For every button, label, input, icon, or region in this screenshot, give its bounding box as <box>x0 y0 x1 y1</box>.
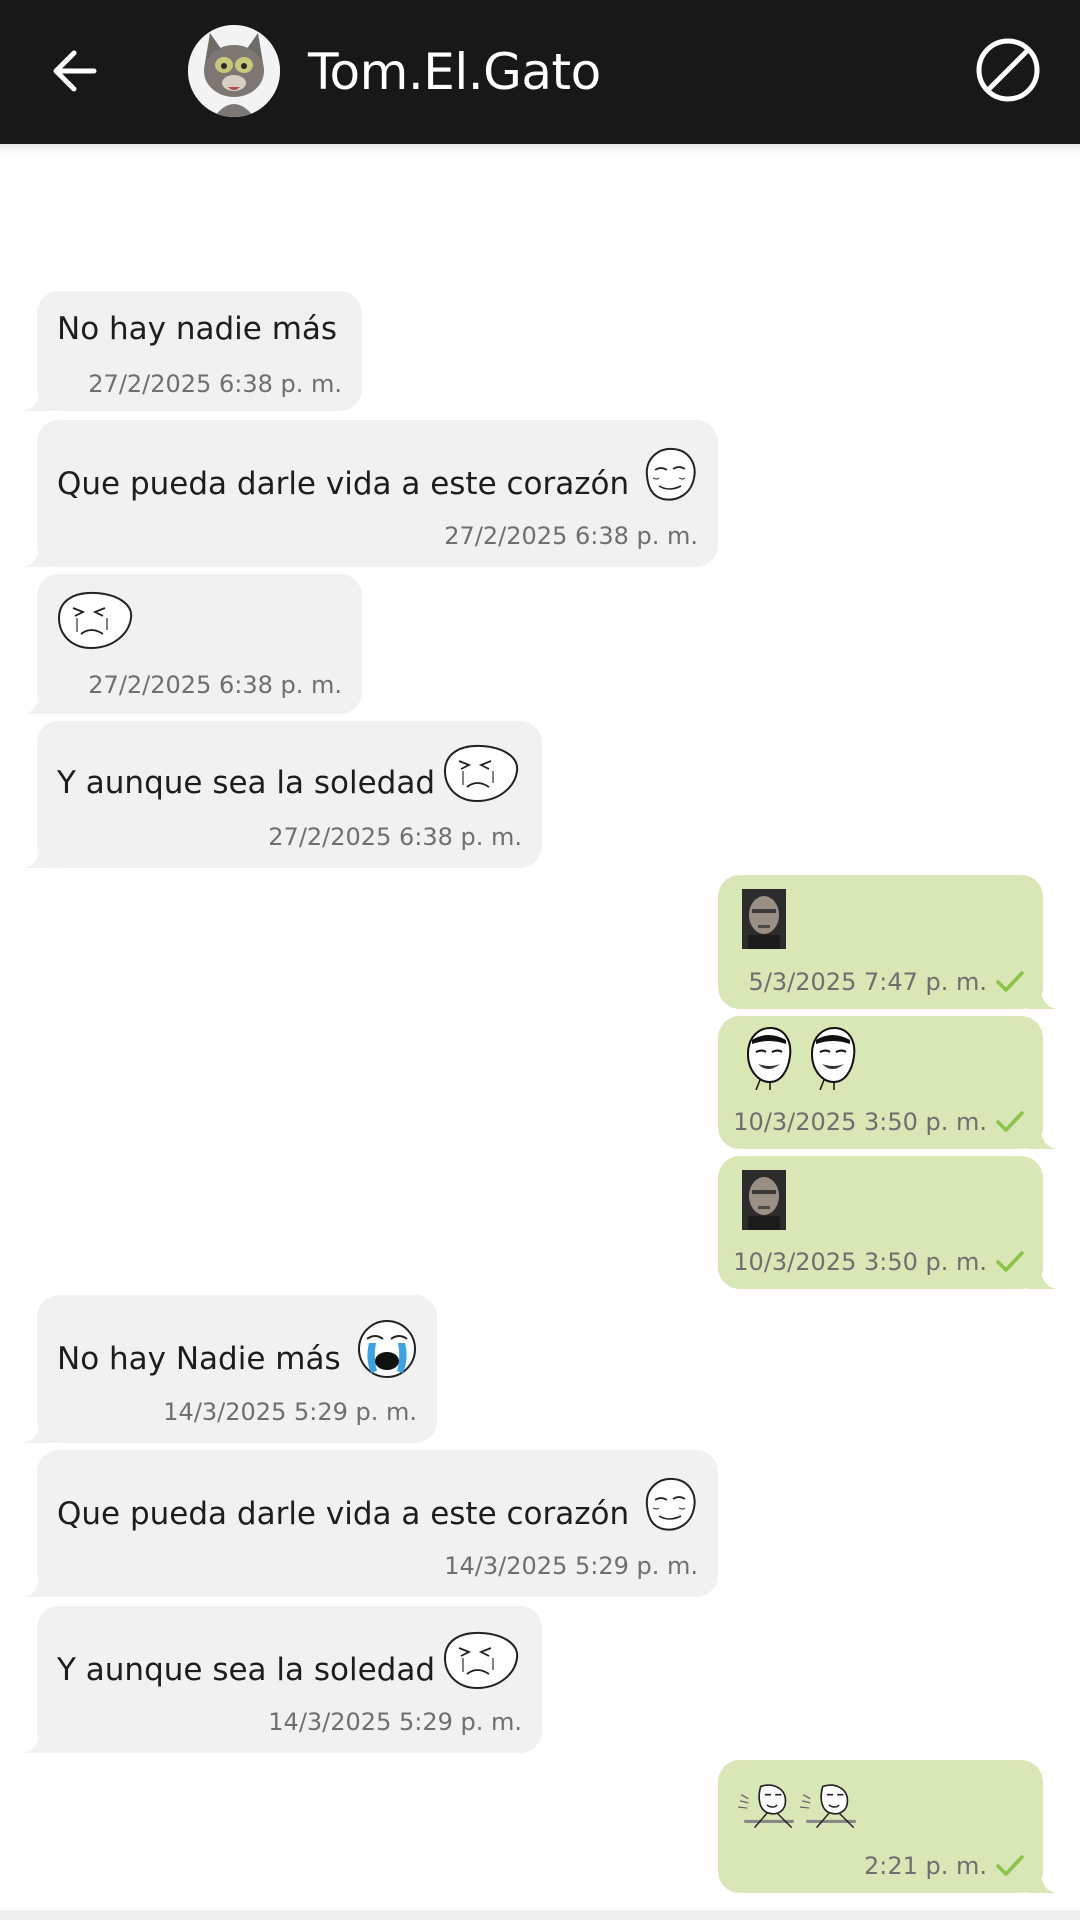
header-shadow <box>0 144 1080 154</box>
bubble-tail <box>23 850 53 868</box>
message-bubble-incoming[interactable]: No hay Nadie más 14/3/2025 5:29 p. m. <box>23 1295 437 1443</box>
message-bubble-incoming[interactable]: Que pueda darle vida a este corazón 27/2… <box>23 420 718 567</box>
crying-face-sticker-icon <box>355 1317 419 1381</box>
message-timestamp: 14/3/2025 5:29 p. m. <box>268 1708 522 1736</box>
message-text: Y aunque sea la soledad <box>57 765 436 801</box>
block-icon[interactable] <box>972 34 1044 106</box>
message-timestamp: 2:21 p. m. <box>863 1852 987 1880</box>
message-text: No hay Nadie más <box>57 1341 341 1377</box>
message-timestamp: 5/3/2025 7:47 p. m. <box>748 968 987 996</box>
forever-alone-sticker-icon <box>637 442 701 506</box>
bubble-tail <box>23 1735 53 1753</box>
yao-ming-sticker-icon <box>740 1026 796 1090</box>
bubble-tail <box>23 393 53 411</box>
message-bubble-outgoing[interactable]: 2:21 p. m. <box>718 1760 1057 1893</box>
sad-face-sticker-icon <box>55 588 135 652</box>
bubble-tail <box>1027 1271 1057 1289</box>
bubble-tail <box>1027 991 1057 1009</box>
message-bubble-incoming[interactable]: Que pueda darle vida a este corazón 14/3… <box>23 1450 718 1597</box>
message-bubble-incoming[interactable]: 27/2/2025 6:38 p. m. <box>23 574 362 714</box>
contact-name[interactable]: Tom.El.Gato <box>308 36 601 108</box>
spitting-meme-sticker-icon <box>798 1780 864 1832</box>
sent-check-icon <box>995 1109 1025 1133</box>
message-timestamp: 14/3/2025 5:29 p. m. <box>444 1552 698 1580</box>
bubble-tail <box>1027 1875 1057 1893</box>
bubble-tail <box>23 1425 53 1443</box>
message-text: Que pueda darle vida a este corazón <box>57 466 630 502</box>
arrow-left-icon[interactable] <box>42 38 108 104</box>
message-bubble-outgoing[interactable]: 5/3/2025 7:47 p. m. <box>718 875 1057 1009</box>
bubble-tail <box>1027 1131 1057 1149</box>
message-timestamp: 27/2/2025 6:38 p. m. <box>88 370 342 398</box>
sad-face-sticker-icon <box>441 1628 521 1692</box>
message-timestamp: 27/2/2025 6:38 p. m. <box>88 671 342 699</box>
message-text: No hay nadie más <box>57 311 338 347</box>
bubble-tail <box>23 1579 53 1597</box>
message-bubble-incoming[interactable]: Y aunque sea la soledad 27/2/2025 6:38 p… <box>23 721 542 868</box>
sent-check-icon <box>995 1249 1025 1273</box>
yao-ming-sticker-icon <box>804 1026 860 1090</box>
bubble-tail <box>23 549 53 567</box>
sad-face-sticker-icon <box>441 741 521 805</box>
bubble-tail <box>23 696 53 714</box>
bottom-edge <box>0 1910 1080 1920</box>
avatar[interactable] <box>188 25 280 117</box>
message-timestamp: 27/2/2025 6:38 p. m. <box>268 823 522 851</box>
message-bubble-outgoing[interactable]: 10/3/2025 3:50 p. m. <box>718 1156 1057 1289</box>
man-face-sticker-icon <box>740 1168 788 1232</box>
chat-header: Tom.El.Gato <box>0 0 1080 144</box>
forever-alone-sticker-icon <box>637 1472 701 1536</box>
message-bubble-incoming[interactable]: Y aunque sea la soledad 14/3/2025 5:29 p… <box>23 1606 542 1753</box>
message-timestamp: 10/3/2025 3:50 p. m. <box>733 1248 987 1276</box>
spitting-meme-sticker-icon <box>736 1780 802 1832</box>
man-face-sticker-icon <box>740 887 788 951</box>
message-text: Que pueda darle vida a este corazón <box>57 1496 630 1532</box>
sent-check-icon <box>995 969 1025 993</box>
message-bubble-outgoing[interactable]: 10/3/2025 3:50 p. m. <box>718 1016 1057 1149</box>
message-timestamp: 27/2/2025 6:38 p. m. <box>444 522 698 550</box>
message-bubble-incoming[interactable]: No hay nadie más 27/2/2025 6:38 p. m. <box>23 291 362 411</box>
message-timestamp: 10/3/2025 3:50 p. m. <box>733 1108 987 1136</box>
message-text: Y aunque sea la soledad <box>57 1652 436 1688</box>
message-timestamp: 14/3/2025 5:29 p. m. <box>163 1398 417 1426</box>
sent-check-icon <box>995 1853 1025 1877</box>
